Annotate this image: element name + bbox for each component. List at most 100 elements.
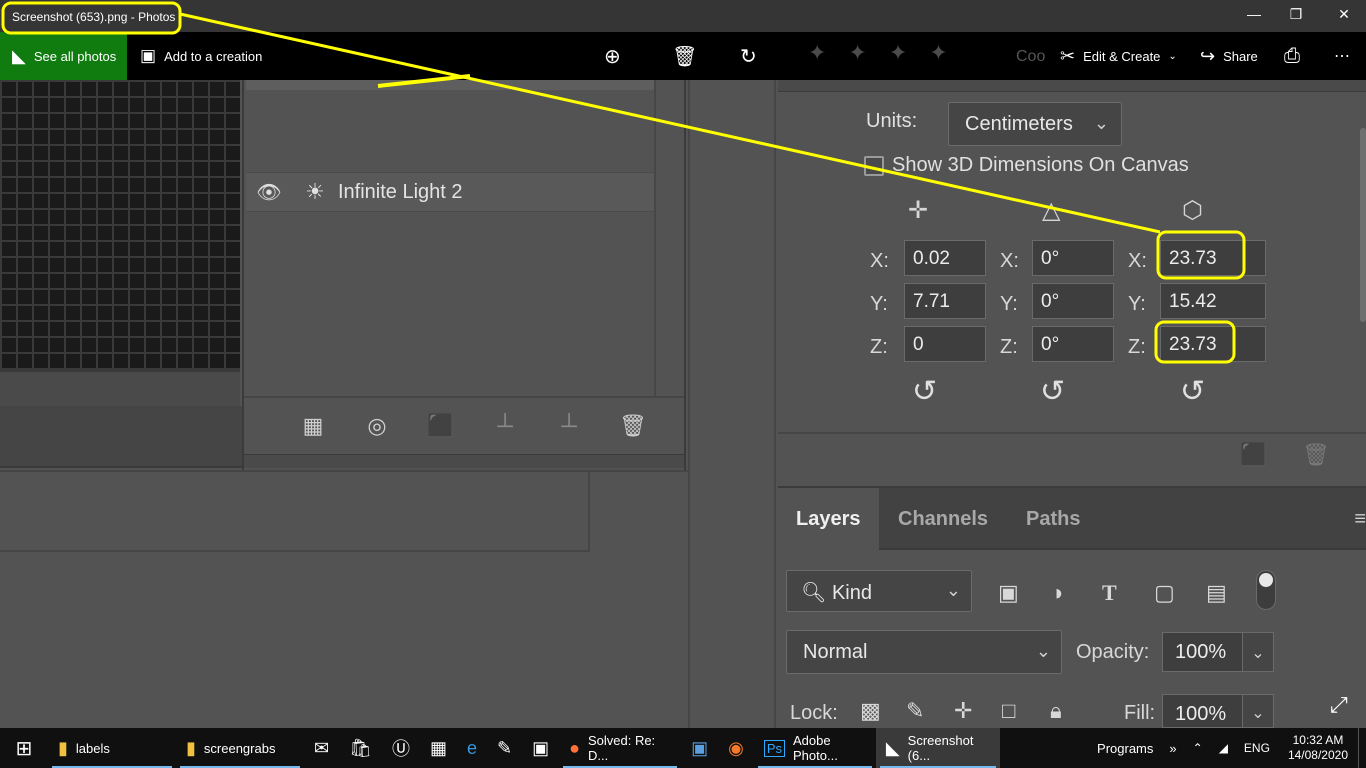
cube-icon[interactable]: ⬛ <box>424 409 458 443</box>
taskbar-blender[interactable]: ◉ <box>718 728 754 768</box>
scale-y-field[interactable]: 15.42 <box>1160 283 1266 319</box>
programs-toolbar[interactable]: Programs <box>1089 741 1161 756</box>
windows-logo-icon: ⊞ <box>15 737 33 760</box>
lock-paint-brush-icon[interactable]: ✎ <box>906 698 924 724</box>
drop-to-plane-icon[interactable]: ┴ <box>488 409 522 443</box>
smart-object-filter-icon[interactable]: ▤ <box>1206 580 1227 606</box>
tab-layers[interactable]: Layers <box>778 488 879 550</box>
photos-icon: ◣ <box>12 45 26 66</box>
taskbar-mail[interactable]: ✉ <box>304 728 339 768</box>
taskbar-photos-viewer[interactable]: ▣ <box>522 728 559 768</box>
show-hidden-icons-icon[interactable]: ⌃ <box>1185 741 1211 755</box>
scale-cube-icon: ⬡ <box>1182 197 1203 224</box>
rotation-x-label: X: <box>1000 250 1019 272</box>
more-button[interactable]: ⋯ <box>1334 32 1350 80</box>
show-desktop-button[interactable] <box>1358 728 1366 768</box>
remove-plane-icon[interactable]: ┴ <box>552 409 586 443</box>
lock-transparency-icon[interactable]: ▩ <box>860 698 881 724</box>
position-x-field[interactable]: 0.02 <box>904 240 986 276</box>
reset-scale-icon[interactable]: ↺ <box>1180 374 1205 409</box>
rotation-z-field[interactable]: 0° <box>1032 326 1114 362</box>
rotation-x-field[interactable]: 0° <box>1032 240 1114 276</box>
delete-button[interactable]: 🗑︎ <box>672 32 697 80</box>
fill-dropdown-button[interactable]: ⌄ <box>1242 694 1274 728</box>
visibility-eye-icon[interactable]: 👁 <box>246 180 292 205</box>
panel-menu-icon[interactable]: ≡ <box>1354 508 1366 531</box>
properties-scrollbar[interactable] <box>1360 128 1366 322</box>
taskbar-app-photoshop[interactable]: Ps Adobe Photo... <box>754 728 876 768</box>
position-y-field[interactable]: 7.71 <box>904 283 986 319</box>
unreal-engine-icon: Ⓤ <box>391 739 410 759</box>
folder-icon: ▮ <box>58 737 68 758</box>
transparency-grid <box>0 80 240 370</box>
close-button[interactable]: ✕ <box>1324 6 1364 23</box>
language-indicator[interactable]: ENG <box>1236 741 1278 755</box>
properties-panel: Units: Centimeters ⌄ Show 3D Dimensions … <box>778 80 1366 488</box>
scene-scrollbar[interactable] <box>654 80 656 400</box>
scale-z-field[interactable]: 23.73 <box>1160 326 1266 362</box>
show-3d-checkbox[interactable] <box>864 155 884 176</box>
blend-mode-select[interactable]: Normal ⌄ <box>786 630 1062 674</box>
type-filter-icon[interactable]: T <box>1102 580 1117 606</box>
toolbar-expand-icon[interactable]: » <box>1161 741 1184 756</box>
position-z-field[interactable]: 0 <box>904 326 986 362</box>
reset-rotation-icon[interactable]: ↺ <box>1040 374 1065 409</box>
blender-icon: ◉ <box>728 737 744 758</box>
position-y-label: Y: <box>870 293 888 315</box>
start-button[interactable]: ⊞ <box>0 728 48 768</box>
show-3d-dimensions-option[interactable]: Show 3D Dimensions On Canvas <box>864 154 1189 177</box>
scale-x-field[interactable]: 23.73 <box>1160 240 1266 276</box>
panel-resize-grip[interactable] <box>244 454 684 468</box>
trash-icon[interactable]: 🗑 <box>1302 442 1330 468</box>
reset-position-icon[interactable]: ↺ <box>912 374 937 409</box>
trash-icon[interactable]: 🗑 <box>616 409 650 443</box>
scene-row-infinite-light[interactable]: 👁 ☀ Infinite Light 2 <box>246 172 656 212</box>
shape-filter-icon[interactable]: ▢ <box>1154 580 1175 606</box>
taskbar-calendar[interactable]: ▦ <box>420 728 457 768</box>
tab-paths[interactable]: Paths <box>1008 488 1098 550</box>
share-button[interactable]: ↪ Share <box>1200 32 1258 80</box>
taskbar-app-firefox[interactable]: ● Solved: Re: D... <box>559 728 681 768</box>
photos-toolbar: ◣ See all photos ▣ Add to a creation ⊕ 🗑… <box>0 32 1366 80</box>
photos-icon: ◣ <box>885 737 900 758</box>
cube-icon[interactable]: ⬛ <box>1240 442 1267 468</box>
minimize-button[interactable]: — <box>1234 6 1274 22</box>
lock-position-icon[interactable]: ✛ <box>954 698 972 724</box>
opacity-dropdown-button[interactable]: ⌄ <box>1242 632 1274 672</box>
zoom-button[interactable]: ⊕ <box>604 32 621 80</box>
taskbar-app-screengrabs[interactable]: ▮ screengrabs <box>176 728 304 768</box>
taskbar-app-label: Adobe Photo... <box>793 733 838 763</box>
filter-toggle[interactable] <box>1256 570 1276 610</box>
taskbar-app-photos[interactable]: ◣ Screenshot (6... <box>875 728 1000 768</box>
taskbar-paint[interactable]: ✎ <box>487 728 522 768</box>
lock-artboard-icon[interactable]: □ <box>1002 698 1015 724</box>
kind-filter-select[interactable]: 🔍︎ Kind ⌄ <box>786 570 972 612</box>
photos-titlebar: Screenshot (653).png - Photos — ❐ ✕ <box>0 0 1366 32</box>
rotate-button[interactable]: ↻ <box>740 32 757 80</box>
image-filter-icon[interactable]: ▣ <box>998 580 1019 606</box>
share-label: Share <box>1223 48 1258 64</box>
see-all-photos-button[interactable]: ◣ See all photos <box>0 32 127 80</box>
remote-desktop-icon: ▣ <box>691 737 709 758</box>
lock-all-icon[interactable]: 🔒︎ <box>1050 698 1062 724</box>
restore-button[interactable]: ❐ <box>1276 6 1316 23</box>
expand-icon[interactable]: ⤢ <box>1330 692 1348 718</box>
edge-icon: e <box>466 737 477 758</box>
taskbar-edge[interactable]: e <box>457 728 487 768</box>
taskbar-store[interactable]: 🛍︎ <box>339 728 382 768</box>
units-select[interactable]: Centimeters ⌄ <box>948 102 1122 146</box>
add-to-creation-button[interactable]: ▣ Add to a creation <box>140 32 262 80</box>
print-button[interactable]: ⎙ <box>1284 32 1300 80</box>
show-3d-label: Show 3D Dimensions On Canvas <box>892 154 1189 176</box>
adjustment-filter-icon[interactable]: ◑ <box>1050 580 1063 606</box>
taskbar-remote[interactable]: ▣ <box>681 728 718 768</box>
edit-create-button[interactable]: ✂ Edit & Create ⌄ <box>1060 32 1177 80</box>
calculator-icon[interactable]: ▦ <box>296 409 330 443</box>
clock[interactable]: 10:32 AM 14/08/2020 <box>1278 733 1358 763</box>
tab-channels[interactable]: Channels <box>880 488 1006 550</box>
taskbar-unreal[interactable]: Ⓤ <box>382 728 420 768</box>
taskbar-app-labels[interactable]: ▮ labels <box>48 728 176 768</box>
rotation-y-field[interactable]: 0° <box>1032 283 1114 319</box>
network-icon[interactable]: ◢ <box>1211 741 1236 755</box>
light-bulb-icon[interactable]: ◎ <box>360 409 394 443</box>
